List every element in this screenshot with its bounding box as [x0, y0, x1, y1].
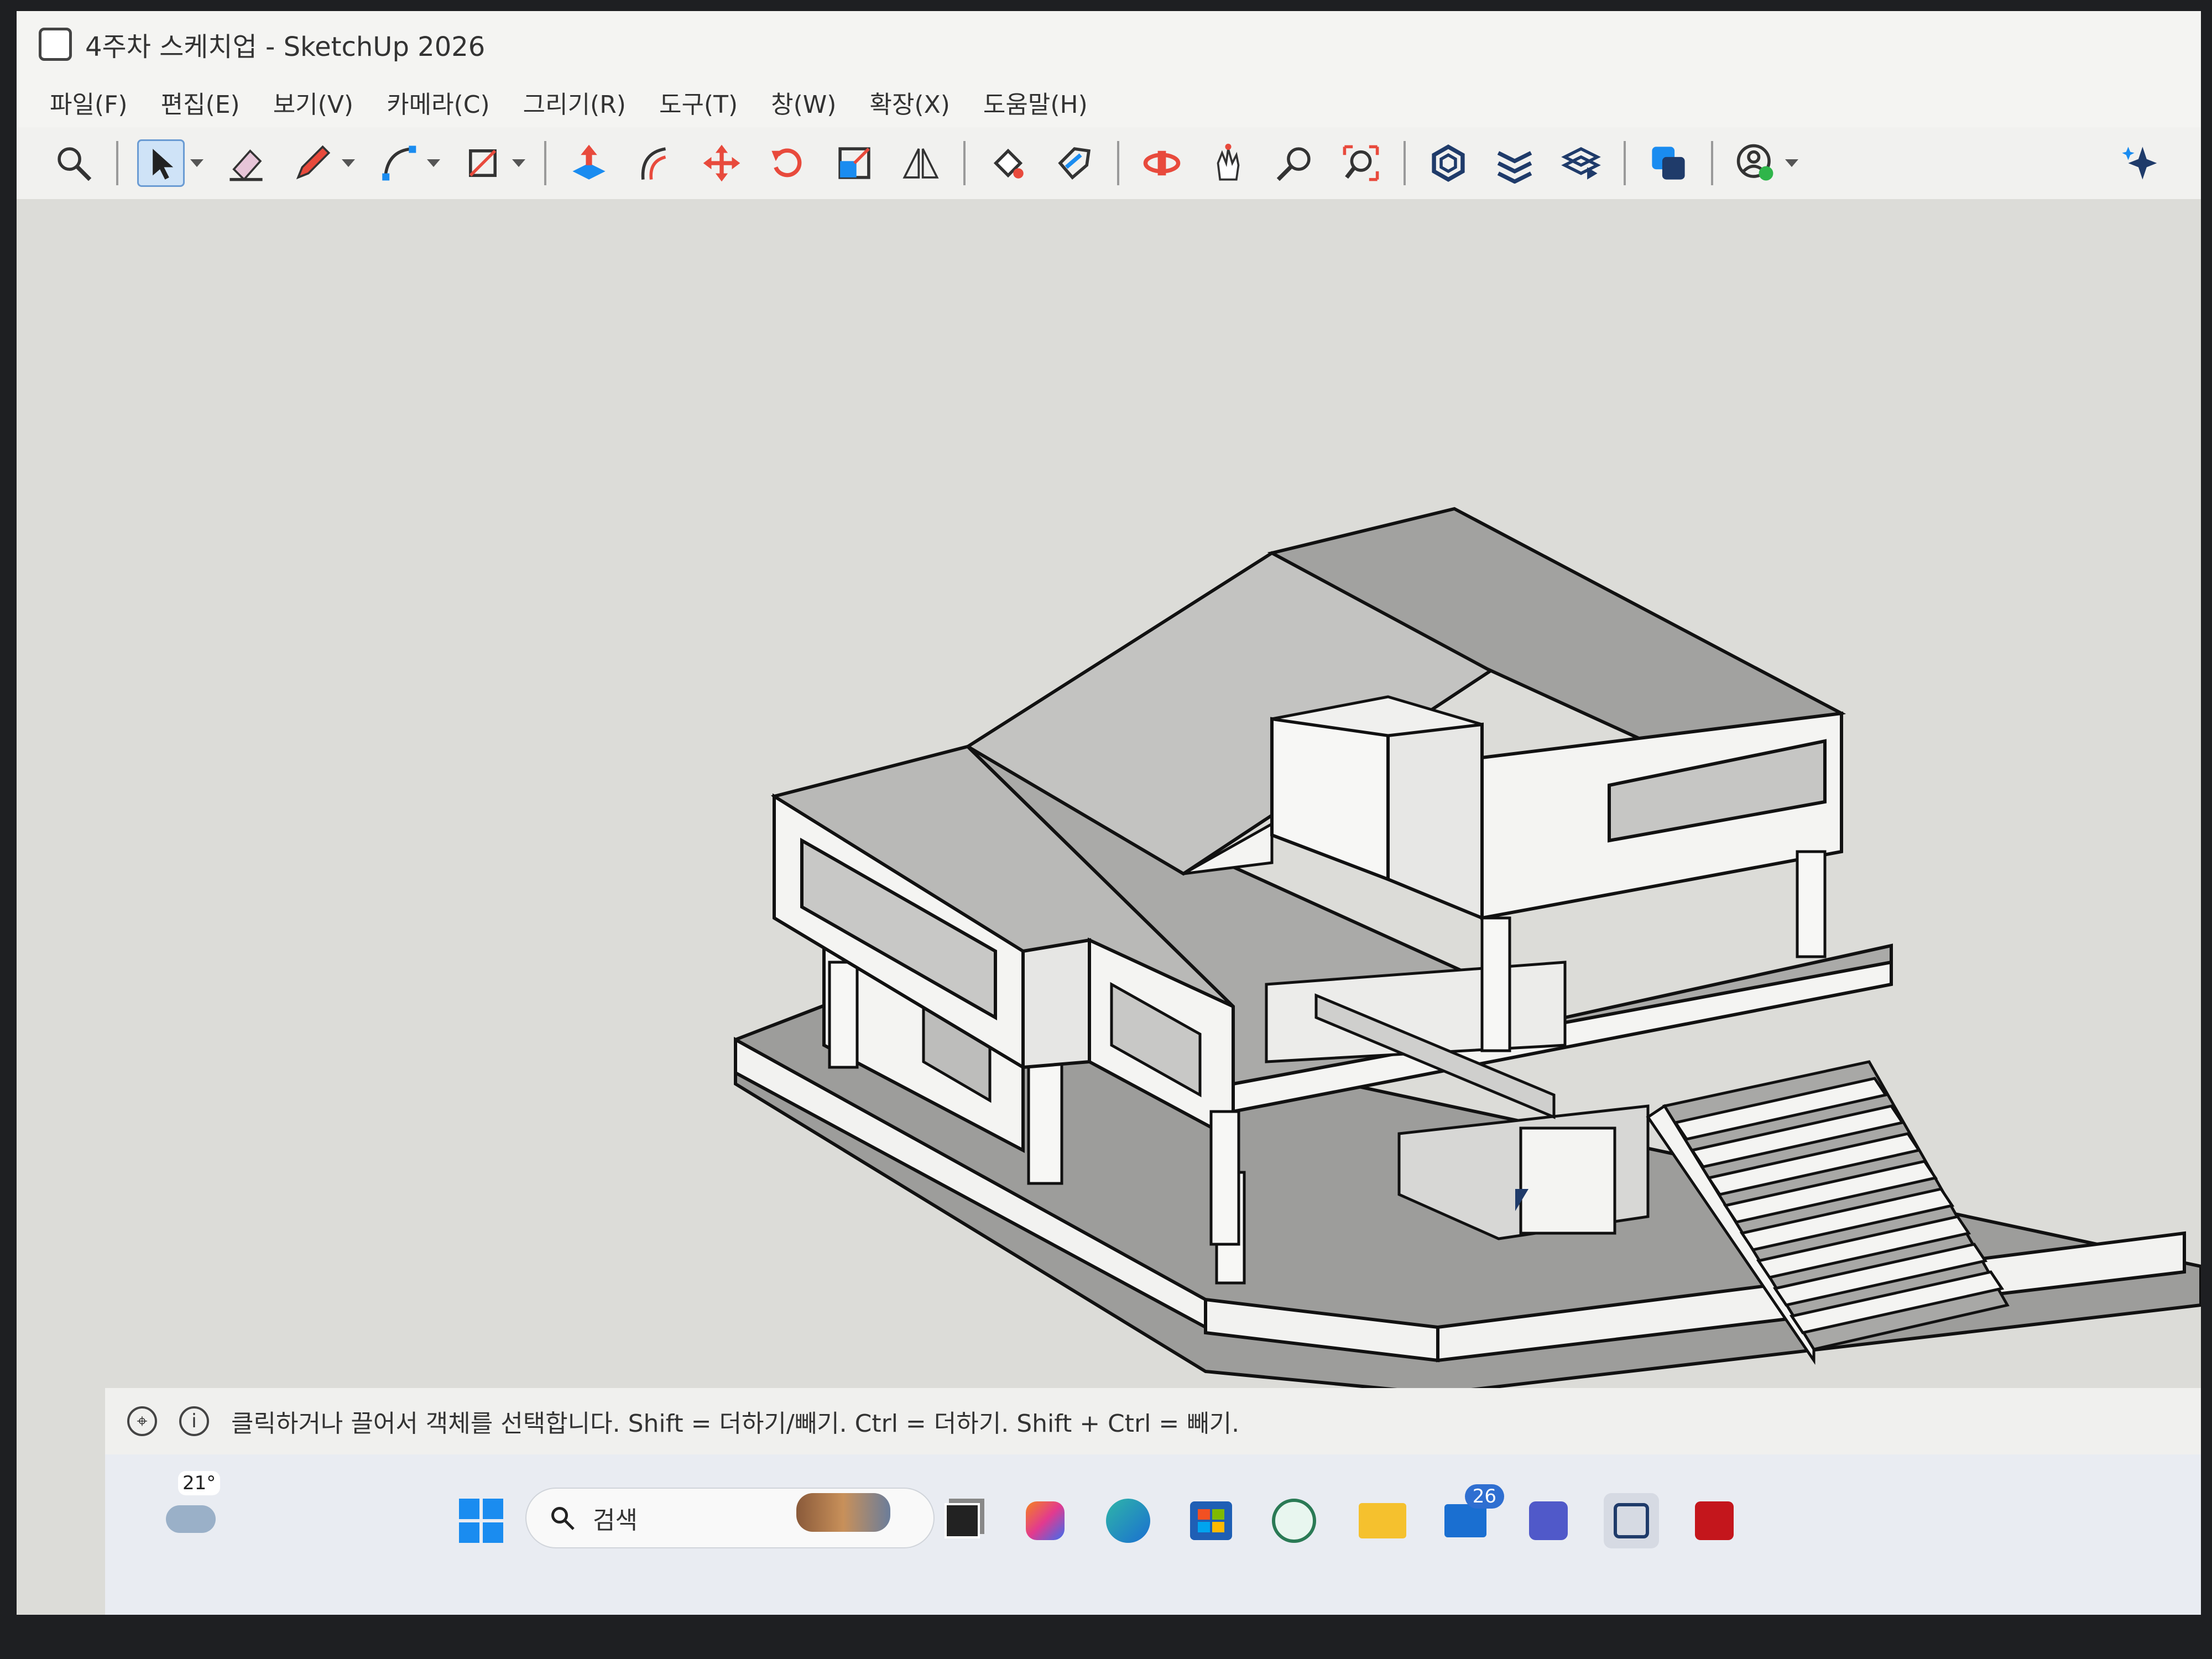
title-bar: 4주차 스케치업 - SketchUp 2026 — [17, 11, 2201, 77]
menu-window[interactable]: 창(W) — [771, 85, 836, 120]
acrobat-icon[interactable] — [1687, 1493, 1742, 1548]
window-title: 4주차 스케치업 - SketchUp 2026 — [85, 32, 486, 62]
status-message: 클릭하거나 끌어서 객체를 선택합니다. Shift = 더하기/빼기. Ctr… — [231, 1410, 1240, 1438]
rotate-icon[interactable] — [764, 139, 812, 187]
modeling-viewport[interactable] — [17, 199, 2201, 1396]
menu-help[interactable]: 도움말(H) — [983, 85, 1088, 120]
menu-camera[interactable]: 카메라(C) — [387, 85, 490, 120]
offset-icon[interactable] — [632, 139, 679, 187]
info-icon[interactable]: i — [179, 1406, 209, 1436]
menu-bar: 파일(F) 편집(E) 보기(V) 카메라(C) 그리기(R) 도구(T) 창(… — [17, 77, 2201, 127]
scale-icon[interactable] — [831, 139, 878, 187]
select-icon[interactable] — [137, 139, 185, 187]
weather-temperature: 21° — [178, 1471, 221, 1495]
pan-icon[interactable] — [1204, 139, 1252, 187]
main-toolbar — [17, 127, 2201, 200]
windows-start-icon[interactable] — [459, 1499, 503, 1543]
zoom-extents-icon[interactable] — [1337, 139, 1385, 187]
house-model — [734, 507, 2201, 1396]
search-placeholder: 검색 — [593, 1506, 638, 1535]
rectangle-icon[interactable] — [459, 139, 507, 187]
sketchup-logo-icon — [39, 28, 72, 61]
arc-icon[interactable] — [374, 139, 421, 187]
account-icon[interactable] — [1732, 139, 1780, 187]
mouse-cursor-icon — [1515, 1189, 1528, 1211]
scenes-icon[interactable] — [1557, 139, 1605, 187]
pencil-icon[interactable] — [289, 139, 336, 187]
menu-extensions[interactable]: 확장(X) — [869, 85, 950, 120]
notification-badge: 26 — [1464, 1484, 1504, 1509]
toolbar-divider — [116, 141, 118, 185]
file-explorer-icon[interactable] — [1355, 1493, 1410, 1548]
paint-bucket-icon[interactable] — [984, 139, 1032, 187]
screen: 4주차 스케치업 - SketchUp 2026 파일(F) 편집(E) 보기(… — [17, 11, 2201, 1615]
toolbar-divider — [1117, 141, 1119, 185]
zoom-icon[interactable] — [1271, 139, 1318, 187]
toolbar-divider — [1711, 141, 1713, 185]
sketchup-taskbar-icon[interactable] — [1604, 1493, 1659, 1548]
rectangle-dropdown-icon[interactable] — [512, 159, 525, 167]
tag-icon[interactable] — [1051, 139, 1098, 187]
teams-icon[interactable] — [1521, 1493, 1576, 1548]
menu-file[interactable]: 파일(F) — [50, 85, 128, 120]
toolbar-divider — [1624, 141, 1626, 185]
microsoft-store-icon[interactable] — [1183, 1493, 1239, 1548]
eraser-icon[interactable] — [222, 139, 270, 187]
push-pull-icon[interactable] — [565, 139, 613, 187]
chatgpt-app-icon[interactable] — [1266, 1493, 1322, 1548]
geo-location-icon[interactable]: ⌖ — [127, 1406, 157, 1436]
menu-view[interactable]: 보기(V) — [273, 85, 353, 120]
search-icon[interactable] — [50, 139, 97, 187]
cloud-icon — [166, 1505, 216, 1533]
styles-icon[interactable] — [1645, 139, 1692, 187]
select-dropdown-icon[interactable] — [190, 159, 204, 167]
pencil-dropdown-icon[interactable] — [342, 159, 355, 167]
search-highlight-image[interactable] — [796, 1493, 890, 1532]
menu-draw[interactable]: 그리기(R) — [523, 85, 626, 120]
flip-icon[interactable] — [897, 139, 945, 187]
status-bar: ⌖ i 클릭하거나 끌어서 객체를 선택합니다. Shift = 더하기/빼기.… — [105, 1388, 2201, 1454]
move-icon[interactable] — [698, 139, 745, 187]
task-view-icon[interactable] — [935, 1493, 990, 1548]
components-icon[interactable] — [1425, 139, 1472, 187]
copilot-icon[interactable] — [1018, 1493, 1073, 1548]
toolbar-divider — [544, 141, 546, 185]
account-dropdown-icon[interactable] — [1785, 159, 1798, 167]
windows-taskbar: 21° 검색 26 — [105, 1454, 2201, 1615]
layers-icon[interactable] — [1491, 139, 1538, 187]
toolbar-divider — [1404, 141, 1406, 185]
arc-dropdown-icon[interactable] — [427, 159, 440, 167]
edge-browser-icon[interactable] — [1100, 1493, 1156, 1548]
weather-widget[interactable]: 21° — [160, 1471, 232, 1554]
search-icon — [551, 1507, 575, 1530]
orbit-icon[interactable] — [1138, 139, 1186, 187]
remote-desktop-icon[interactable]: 26 — [1438, 1484, 1504, 1548]
toolbar-divider — [963, 141, 966, 185]
menu-tools[interactable]: 도구(T) — [659, 85, 738, 120]
menu-edit[interactable]: 편집(E) — [161, 85, 240, 120]
ai-assistant-icon[interactable] — [2115, 139, 2162, 187]
